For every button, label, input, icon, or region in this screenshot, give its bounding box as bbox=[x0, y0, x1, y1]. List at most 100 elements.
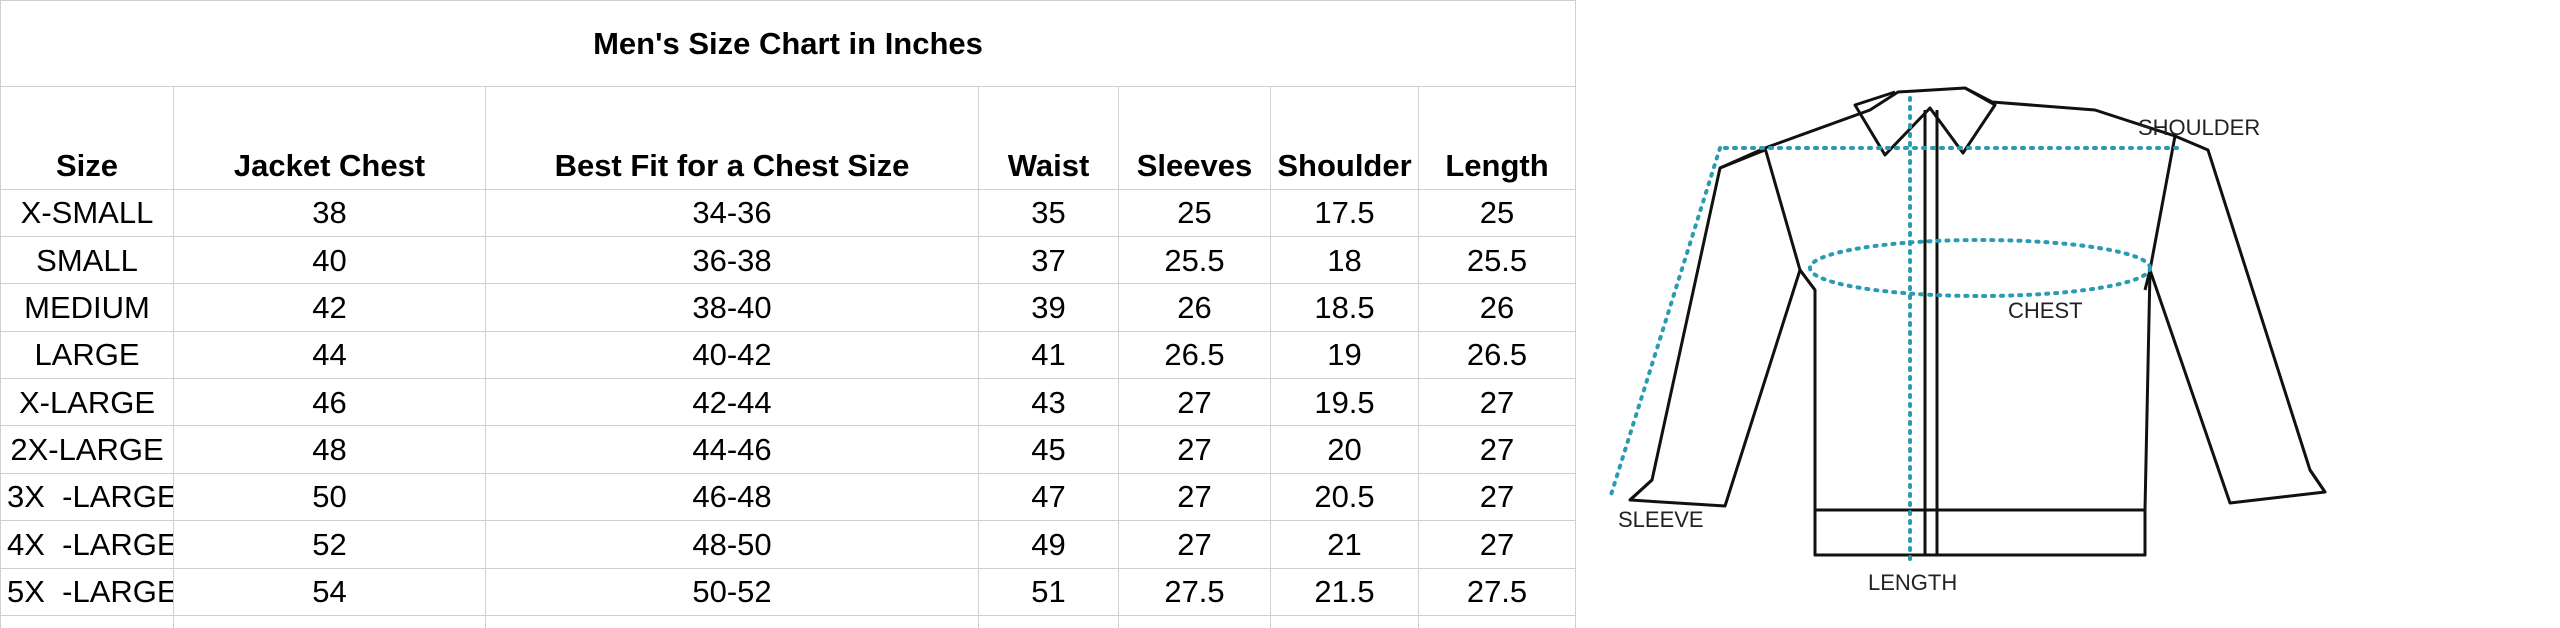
size-cell: SMALL bbox=[0, 235, 174, 285]
table-cell: 27 bbox=[1118, 377, 1271, 427]
table-row: 4X -LARGE 52 48-50 49 27 21 27 bbox=[0, 520, 1577, 569]
header-row: Size Jacket Chest Best Fit for a Chest Siz… bbox=[0, 85, 1577, 190]
table-cell: 47 bbox=[978, 472, 1119, 522]
column-header: Size bbox=[0, 85, 174, 190]
shoulder-label: SHOULDER bbox=[2138, 115, 2260, 140]
table-cell: 51 bbox=[978, 567, 1119, 616]
table-cell: 27 bbox=[1118, 425, 1271, 474]
column-header: Jacket Chest bbox=[173, 85, 486, 190]
waistband-outline bbox=[1813, 510, 2147, 557]
table-cell: 44-46 bbox=[485, 425, 979, 474]
jacket-illustration: SHOULDER CHEST SLEEVE LENGTH bbox=[1608, 86, 2327, 595]
table-cell: 35 bbox=[978, 188, 1119, 237]
table-cell: 50-52 bbox=[485, 567, 979, 616]
table-cell: 49 bbox=[978, 520, 1119, 569]
column-header: Length bbox=[1417, 85, 1577, 190]
table-cell: 27 bbox=[1118, 520, 1271, 569]
size-cell: MEDIUM bbox=[0, 283, 174, 332]
table-cell: 26 bbox=[1417, 283, 1577, 332]
column-header: Shoulder bbox=[1270, 85, 1419, 190]
tail-cell bbox=[485, 614, 979, 628]
table-cell: 19.5 bbox=[1270, 377, 1419, 427]
table-cell: 27.5 bbox=[1118, 567, 1271, 616]
table-cell: 27 bbox=[1417, 425, 1577, 474]
table-cell: 40-42 bbox=[485, 330, 979, 380]
table-tail-row bbox=[0, 614, 1577, 628]
jacket-outline bbox=[1628, 86, 2327, 557]
length-label: LENGTH bbox=[1868, 570, 1957, 595]
table-cell: 26 bbox=[1118, 283, 1271, 332]
table-cell: 18.5 bbox=[1270, 283, 1419, 332]
table-cell: 37 bbox=[978, 235, 1119, 285]
table-cell: 18 bbox=[1270, 235, 1419, 285]
table-cell: 43 bbox=[978, 377, 1119, 427]
tail-cell bbox=[173, 614, 486, 628]
table-cell: 26.5 bbox=[1118, 330, 1271, 380]
table-cell: 54 bbox=[173, 567, 486, 616]
table-cell: 27 bbox=[1417, 520, 1577, 569]
table-cell: 27 bbox=[1417, 472, 1577, 522]
table-cell: 48-50 bbox=[485, 520, 979, 569]
tail-cell bbox=[1270, 614, 1419, 628]
chest-measure-ellipse bbox=[1808, 238, 2152, 298]
table-cell: 26.5 bbox=[1417, 330, 1577, 380]
column-header: Best Fit for a Chest Size bbox=[485, 85, 979, 190]
table-cell: 39 bbox=[978, 283, 1119, 332]
jacket-body-outline bbox=[1763, 86, 2177, 512]
table-cell: 38-40 bbox=[485, 283, 979, 332]
table-row: 5X -LARGE 54 50-52 51 27.5 21.5 27.5 bbox=[0, 567, 1577, 616]
table-cell: 41 bbox=[978, 330, 1119, 380]
table-body: X-SMALL 38 34-36 35 25 17.5 25 SMALL 40 36-38 37 25… bbox=[0, 188, 1577, 616]
chart-title: Men's Size Chart in Inches bbox=[0, 0, 1577, 87]
table-row: MEDIUM 42 38-40 39 26 18.5 26 bbox=[0, 283, 1577, 332]
left-sleeve-outline bbox=[1628, 146, 1817, 508]
measure-lines bbox=[1608, 96, 2182, 567]
table-cell: 34-36 bbox=[485, 188, 979, 237]
tail-cell bbox=[978, 614, 1119, 628]
table-cell: 50 bbox=[173, 472, 486, 522]
size-cell: X-SMALL bbox=[0, 188, 174, 237]
zipper-outline bbox=[1923, 110, 1939, 555]
table-cell: 20.5 bbox=[1270, 472, 1419, 522]
table-cell: 27.5 bbox=[1417, 567, 1577, 616]
size-cell: 2X-LARGE bbox=[0, 425, 174, 474]
table-cell: 27 bbox=[1118, 472, 1271, 522]
column-header: Sleeves bbox=[1118, 85, 1271, 190]
table-cell: 25 bbox=[1417, 188, 1577, 237]
table-cell: 38 bbox=[173, 188, 486, 237]
table-cell: 48 bbox=[173, 425, 486, 474]
size-cell: 3X -LARGE bbox=[0, 472, 174, 522]
sleeve-measure-line bbox=[1608, 146, 1722, 500]
table-row: X-SMALL 38 34-36 35 25 17.5 25 bbox=[0, 188, 1577, 237]
right-sleeve-outline bbox=[2143, 134, 2327, 505]
table-row: LARGE 44 40-42 41 26.5 19 26.5 bbox=[0, 330, 1577, 380]
table-cell: 25.5 bbox=[1417, 235, 1577, 285]
tail-cell bbox=[1118, 614, 1271, 628]
table-row: 3X -LARGE 50 46-48 47 27 20.5 27 bbox=[0, 472, 1577, 522]
chest-label: CHEST bbox=[2008, 298, 2083, 323]
table-cell: 21 bbox=[1270, 520, 1419, 569]
table-cell: 20 bbox=[1270, 425, 1419, 474]
table-cell: 40 bbox=[173, 235, 486, 285]
size-cell: 5X -LARGE bbox=[0, 567, 174, 616]
table-cell: 42-44 bbox=[485, 377, 979, 427]
size-chart-table: Men's Size Chart in Inches Size Jacket Ch… bbox=[0, 0, 1577, 628]
column-header: Waist bbox=[978, 85, 1119, 190]
table-cell: 52 bbox=[173, 520, 486, 569]
table-row: X-LARGE 46 42-44 43 27 19.5 27 bbox=[0, 377, 1577, 427]
table-cell: 46-48 bbox=[485, 472, 979, 522]
table-cell: 19 bbox=[1270, 330, 1419, 380]
table-cell: 36-38 bbox=[485, 235, 979, 285]
tail-cell bbox=[0, 614, 174, 628]
size-cell: X-LARGE bbox=[0, 377, 174, 427]
table-cell: 17.5 bbox=[1270, 188, 1419, 237]
table-cell: 42 bbox=[173, 283, 486, 332]
table-cell: 21.5 bbox=[1270, 567, 1419, 616]
jacket-diagram: SHOULDER CHEST SLEEVE LENGTH bbox=[1590, 0, 2560, 628]
table-cell: 25.5 bbox=[1118, 235, 1271, 285]
sleeve-label: SLEEVE bbox=[1618, 507, 1704, 532]
table-cell: 46 bbox=[173, 377, 486, 427]
table-cell: 27 bbox=[1417, 377, 1577, 427]
table-cell: 44 bbox=[173, 330, 486, 380]
table-cell: 45 bbox=[978, 425, 1119, 474]
